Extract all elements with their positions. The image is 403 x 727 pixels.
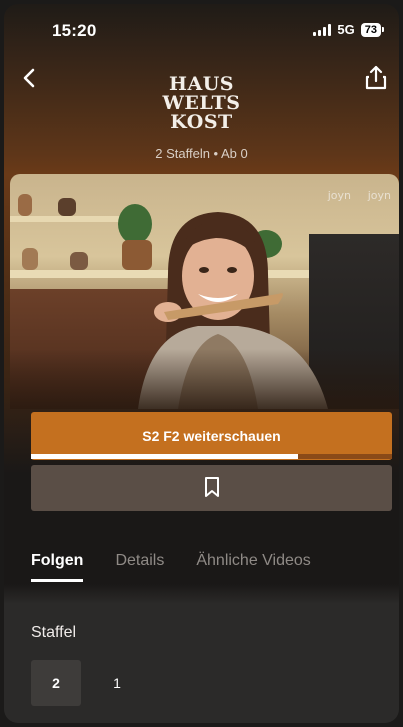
signal-icon [313, 23, 332, 36]
watermark-text: joyn [327, 189, 351, 202]
network-type: 5G [337, 22, 355, 37]
season-button-1[interactable]: 1 [92, 660, 142, 706]
continue-watching-button[interactable]: S2 F2 weiterschauen [31, 412, 392, 460]
status-indicators: 5G 73 [313, 22, 385, 37]
show-logo: HAUS WELTS KOST [4, 75, 399, 132]
tab-details[interactable]: Details [115, 552, 164, 582]
season-button-2[interactable]: 2 [31, 660, 81, 706]
bookmark-button[interactable] [31, 465, 392, 511]
status-bar: 15:20 5G 73 [4, 4, 399, 40]
watch-progress-bar [31, 454, 392, 459]
logo-line: KOST [170, 111, 233, 133]
season-label: Staffel [31, 624, 77, 641]
watermark-text: joyn [367, 189, 391, 202]
battery-icon: 73 [360, 22, 385, 37]
watch-progress-fill [31, 454, 299, 459]
bookmark-icon [204, 476, 220, 501]
status-time: 15:20 [52, 21, 97, 40]
app-screen: 15:20 5G 73 HAUS WELTS KOST 2 Staffeln •… [4, 4, 399, 723]
hero-image: joyn joyn [10, 174, 399, 409]
tab-folgen[interactable]: Folgen [31, 552, 84, 582]
show-meta: 2 Staffeln • Ab 0 [155, 146, 248, 161]
content-tabs: Folgen Details Ähnliche Videos [31, 552, 311, 582]
tab-aehnliche-videos[interactable]: Ähnliche Videos [196, 552, 310, 582]
